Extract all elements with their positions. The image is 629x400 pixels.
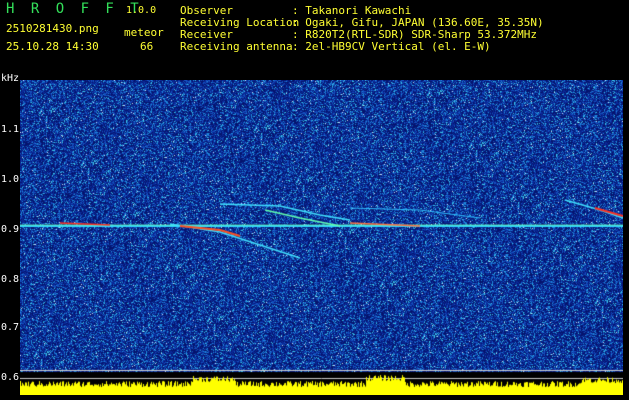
info-antenna-value: : 2el-HB9CV Vertical (el. E-W) xyxy=(292,40,491,53)
meteor-label: meteor xyxy=(124,26,164,39)
spectrogram-canvas xyxy=(20,80,623,395)
info-antenna-key: Receiving antenna xyxy=(180,40,293,53)
app-version: 1.0.0 xyxy=(126,5,157,16)
ytick-0-6: 0.6 xyxy=(0,372,19,383)
datetime: 25.10.28 14:30 xyxy=(6,40,99,53)
file-name: 2510281430.png xyxy=(6,22,99,35)
ytick-0-7: 0.7 xyxy=(0,322,19,333)
meteor-count: 66 xyxy=(140,40,154,53)
ytick-0-8: 0.8 xyxy=(0,274,19,285)
ytick-1-0: 1.0 xyxy=(0,174,19,185)
ytick-1-1: 1.1 xyxy=(0,124,19,135)
app-title: H R O F F T xyxy=(6,1,143,17)
spectrogram-area xyxy=(20,80,623,395)
ytick-0-9: 0.9 xyxy=(0,224,19,235)
unit-label: kHz xyxy=(1,73,20,84)
